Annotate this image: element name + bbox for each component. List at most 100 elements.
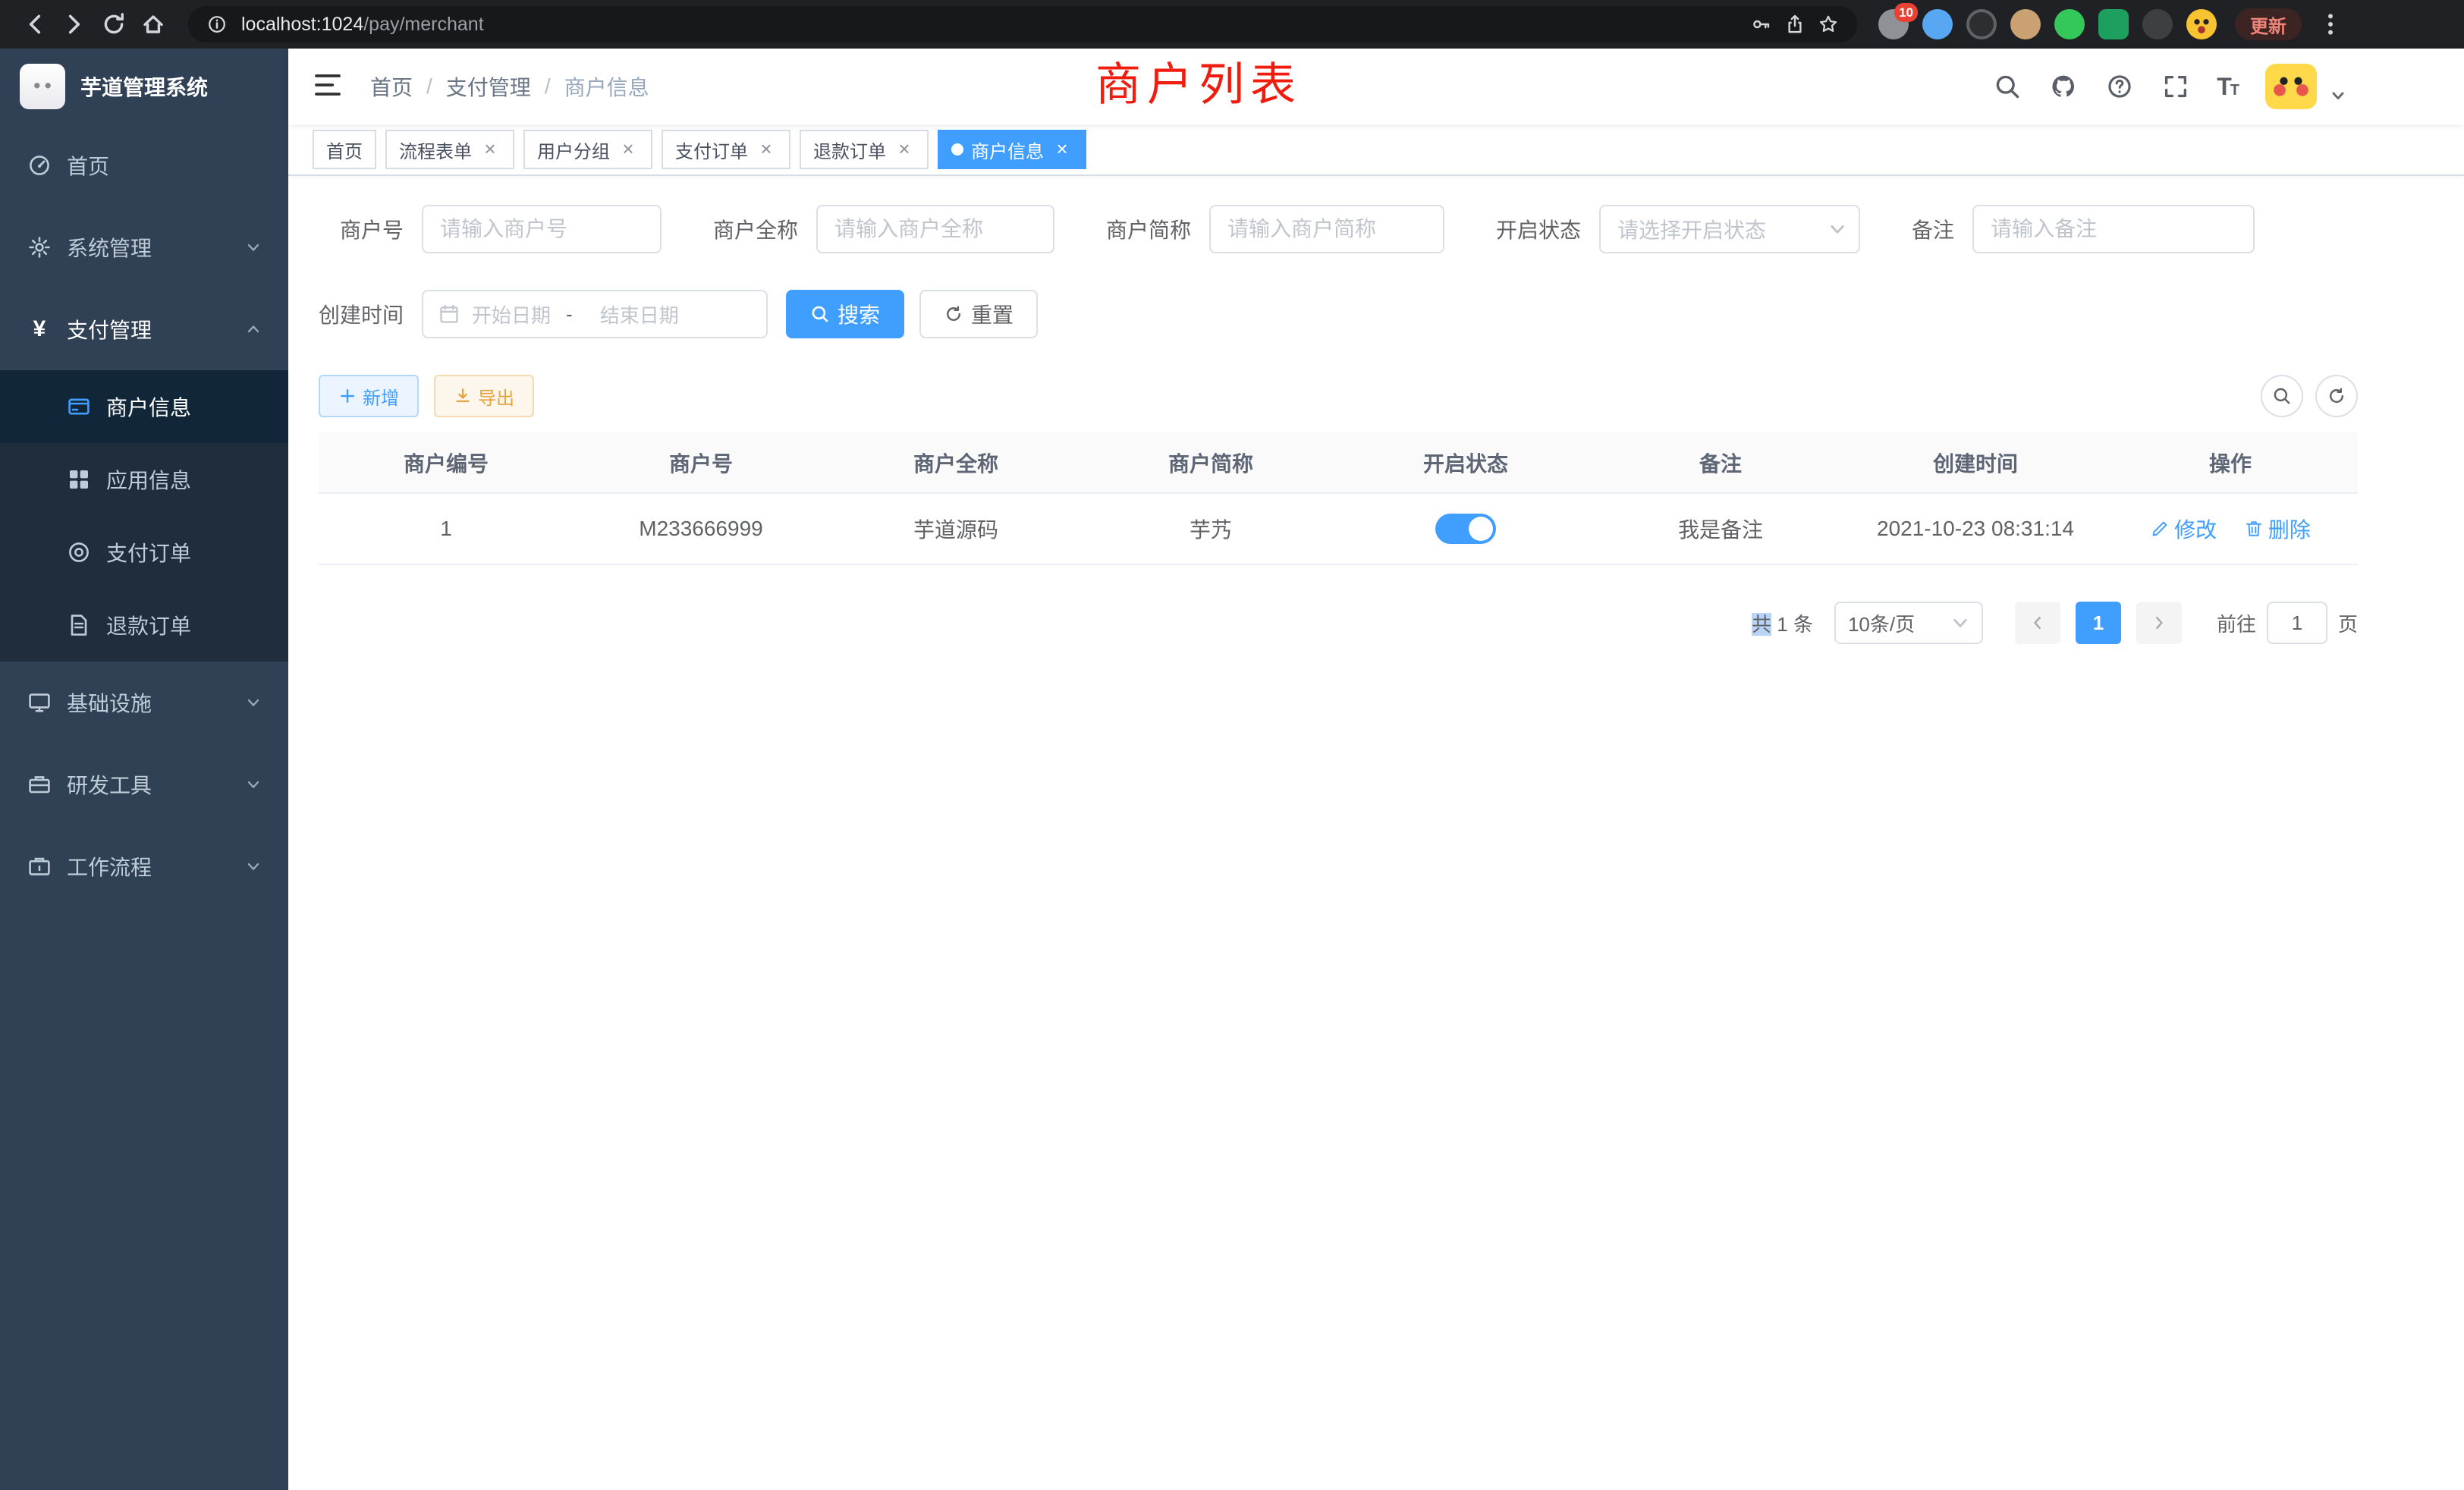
tab-merchant-info[interactable]: 商户信息× <box>938 130 1086 169</box>
page-size-select[interactable]: 10条/页 <box>1834 602 1983 644</box>
close-icon[interactable]: × <box>1051 139 1073 160</box>
start-date-placeholder: 开始日期 <box>472 300 551 328</box>
tab-user-group[interactable]: 用户分组× <box>523 130 652 169</box>
calendar-icon <box>438 303 460 325</box>
date-range-picker[interactable]: 开始日期 - 结束日期 <box>422 290 768 338</box>
sidebar-item-label: 基础设施 <box>67 687 152 718</box>
chevron-down-icon <box>246 240 261 255</box>
breadcrumb-item[interactable]: 首页 <box>370 71 413 102</box>
fullscreen-icon[interactable] <box>2161 71 2191 102</box>
close-icon[interactable]: × <box>479 139 501 160</box>
help-icon[interactable] <box>2104 71 2135 102</box>
search-icon[interactable] <box>1992 71 2022 102</box>
reload-icon[interactable] <box>94 5 134 44</box>
filter-label: 商户号 <box>319 214 404 244</box>
sidebar-item-workflow[interactable]: 工作流程 <box>0 825 288 907</box>
extension-icon[interactable]: 10 <box>1878 9 1909 39</box>
forward-icon[interactable] <box>55 5 94 44</box>
sidebar-item-app-info[interactable]: 应用信息 <box>0 443 288 516</box>
screen: localhost:1024/pay/merchant 10 更新 芋道管理系统 <box>0 0 2464 1490</box>
filter-label: 备注 <box>1912 214 1954 244</box>
breadcrumb-item[interactable]: 支付管理 <box>446 71 531 102</box>
short-name-input[interactable] <box>1209 205 1444 253</box>
sidebar-fold-icon[interactable] <box>313 70 346 103</box>
sidebar-item-home[interactable]: 首页 <box>0 124 288 206</box>
cell-full-name: 芋道源码 <box>828 493 1083 564</box>
delete-link[interactable]: 删除 <box>2244 514 2311 544</box>
trash-icon <box>2244 519 2264 539</box>
update-button[interactable]: 更新 <box>2235 8 2302 40</box>
github-icon[interactable] <box>2048 71 2079 102</box>
sidebar-item-system[interactable]: 系统管理 <box>0 206 288 288</box>
tab-process-form[interactable]: 流程表单× <box>385 130 514 169</box>
column-header: 创建时间 <box>1848 432 2103 493</box>
filter-form-row-2: 创建时间 开始日期 - 结束日期 搜索 重置 <box>319 290 2358 338</box>
extension-icon[interactable] <box>2186 9 2217 39</box>
remark-input[interactable] <box>1972 205 2255 253</box>
sidebar-item-refund-order[interactable]: 退款订单 <box>0 589 288 662</box>
bookmark-star-icon[interactable] <box>1812 8 1845 41</box>
status-toggle[interactable] <box>1435 514 1496 544</box>
edit-link[interactable]: 修改 <box>2150 514 2217 544</box>
filter-label: 商户简称 <box>1106 214 1191 244</box>
chevron-down-icon <box>1828 220 1846 238</box>
extension-icon[interactable] <box>2054 9 2085 39</box>
url-bar[interactable]: localhost:1024/pay/merchant <box>188 6 1857 42</box>
extension-icon[interactable] <box>1922 9 1953 39</box>
full-name-input[interactable] <box>816 205 1054 253</box>
sidebar: 芋道管理系统 首页 系统管理 ¥ 支付管理 <box>0 49 288 1490</box>
search-button[interactable]: 搜索 <box>786 290 904 338</box>
sidebar-item-payment[interactable]: ¥ 支付管理 <box>0 288 288 370</box>
refresh-table-button[interactable] <box>2315 375 2358 417</box>
reset-button[interactable]: 重置 <box>919 290 1038 338</box>
browser-toolbar: localhost:1024/pay/merchant 10 更新 <box>0 0 2464 49</box>
home-icon[interactable] <box>134 5 173 44</box>
back-icon[interactable] <box>15 5 55 44</box>
main-area: 首页 / 支付管理 / 商户信息 商户列表 TT <box>288 49 2464 1490</box>
filter-status: 开启状态 请选择开启状态 <box>1496 205 1860 253</box>
share-icon[interactable] <box>1778 8 1812 41</box>
close-icon[interactable]: × <box>894 139 915 160</box>
logo-image <box>20 64 65 109</box>
sidebar-item-pay-order[interactable]: 支付订单 <box>0 516 288 589</box>
filter-label: 商户全称 <box>713 214 798 244</box>
add-button[interactable]: 新增 <box>319 375 419 417</box>
app-logo[interactable]: 芋道管理系统 <box>0 49 288 124</box>
sidebar-item-label: 应用信息 <box>106 464 191 495</box>
next-page-button[interactable] <box>2136 602 2182 644</box>
status-select[interactable]: 请选择开启状态 <box>1599 205 1860 253</box>
search-icon <box>810 304 830 324</box>
toggle-search-button[interactable] <box>2261 375 2303 417</box>
tab-refund-order[interactable]: 退款订单× <box>800 130 929 169</box>
end-date-placeholder: 结束日期 <box>600 300 679 328</box>
sidebar-item-merchant-info[interactable]: 商户信息 <box>0 370 288 443</box>
cell-actions: 修改 删除 <box>2103 493 2358 564</box>
sidebar-item-dev-tools[interactable]: 研发工具 <box>0 743 288 825</box>
sidebar-item-infrastructure[interactable]: 基础设施 <box>0 662 288 743</box>
tab-pay-order[interactable]: 支付订单× <box>662 130 790 169</box>
close-icon[interactable]: × <box>618 139 639 160</box>
info-icon[interactable] <box>200 8 234 41</box>
font-size-icon[interactable]: TT <box>2217 74 2239 99</box>
url-text: localhost:1024/pay/merchant <box>241 14 1745 36</box>
url-host: localhost:1024 <box>241 14 363 35</box>
kebab-menu-icon[interactable] <box>2311 5 2350 44</box>
key-icon[interactable] <box>1745 8 1778 41</box>
merchant-no-input[interactable] <box>422 205 662 253</box>
tags-view-bar: 首页 流程表单× 用户分组× 支付订单× 退款订单× 商户信息× <box>288 124 2464 176</box>
extension-icon[interactable] <box>2098 9 2129 39</box>
pencil-icon <box>2150 519 2170 539</box>
extension-icon[interactable] <box>2142 9 2173 39</box>
cell-short-name: 芋艿 <box>1083 493 1338 564</box>
caret-down-icon[interactable] <box>2330 88 2346 103</box>
user-avatar[interactable] <box>2265 64 2317 109</box>
export-button[interactable]: 导出 <box>434 375 534 417</box>
prev-page-button[interactable] <box>2015 602 2060 644</box>
extension-icon[interactable] <box>2010 9 2041 39</box>
page-number-button[interactable]: 1 <box>2076 602 2121 644</box>
column-header: 开启状态 <box>1338 432 1593 493</box>
goto-page-input[interactable] <box>2267 602 2327 644</box>
close-icon[interactable]: × <box>756 139 777 160</box>
extension-icon[interactable] <box>1966 9 1997 39</box>
tab-home[interactable]: 首页 <box>313 130 376 169</box>
